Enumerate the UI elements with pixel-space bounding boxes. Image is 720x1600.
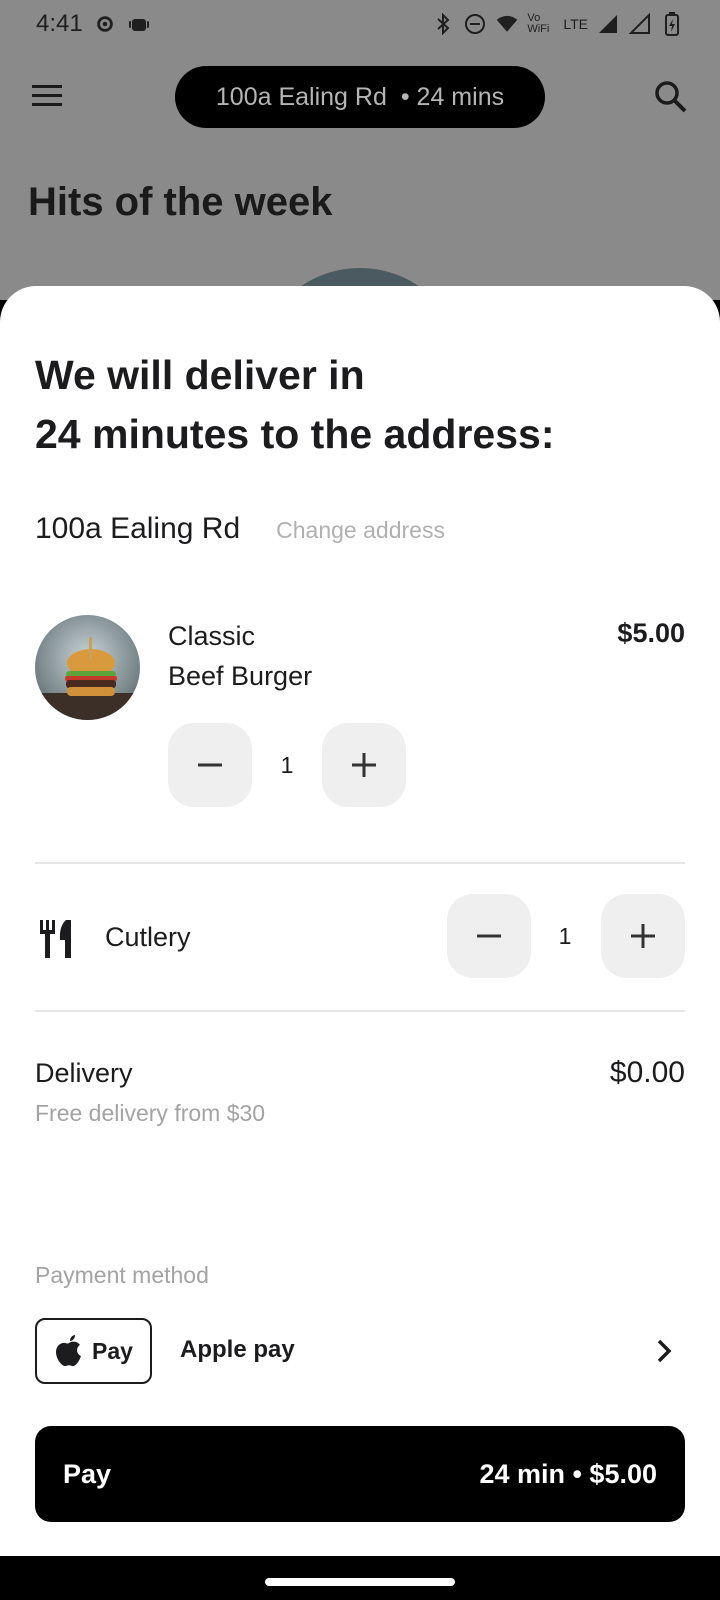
header-eta: • 24 mins [400, 82, 505, 111]
delivery-price: $0.00 [609, 1056, 685, 1089]
cutlery-increase-button[interactable] [601, 894, 685, 978]
sheet-title: We will deliver in 24 minutes to the add… [35, 346, 554, 464]
signal-icon [596, 12, 620, 36]
delivery-note: Free delivery from $30 [35, 1100, 266, 1126]
cutlery-icon [38, 920, 74, 958]
payment-method-name: Apple pay [180, 1336, 295, 1363]
sheet-title-line1: We will deliver in [35, 352, 365, 398]
cutlery-decrease-button[interactable] [447, 894, 531, 978]
item-name-line1: Classic [168, 621, 256, 651]
background-app: 4:41 Vo WiFi LTE 100a Ealing Rd • 24 min… [0, 0, 720, 300]
item-decrease-button[interactable] [168, 723, 252, 807]
vowifi-label: Vo WiFi [527, 12, 550, 35]
address-pill[interactable]: 100a Ealing Rd • 24 mins [175, 66, 545, 128]
item-name-line2: Beef Burger [168, 661, 313, 691]
pay-button-summary: 24 min • $5.00 [479, 1458, 657, 1489]
header-address: 100a Ealing Rd [215, 82, 387, 111]
burger-image [35, 615, 140, 720]
delivery-address: 100a Ealing Rd [35, 512, 241, 545]
payment-method-label: Payment method [35, 1262, 209, 1288]
change-address-link[interactable]: Change address [276, 517, 445, 544]
item-name: Classic Beef Burger [168, 616, 428, 696]
checkout-sheet: We will deliver in 24 minutes to the add… [0, 286, 720, 1556]
item-quantity: 1 [280, 752, 294, 778]
do-not-disturb-icon [463, 12, 487, 36]
sheet-title-line2: 24 minutes to the address: [35, 411, 555, 457]
divider [35, 1010, 685, 1012]
apple-pay-badge-text: Pay [92, 1337, 133, 1364]
bluetooth-icon [431, 12, 455, 36]
home-indicator[interactable] [265, 1578, 455, 1586]
minus-icon [477, 934, 501, 938]
delivery-label: Delivery [35, 1058, 133, 1088]
menu-icon[interactable] [30, 82, 66, 110]
android-icon [127, 12, 151, 36]
divider [35, 862, 685, 864]
plus-icon [631, 924, 655, 948]
search-icon[interactable] [652, 78, 690, 116]
apple-logo-icon [56, 1335, 82, 1367]
status-bar: 4:41 Vo WiFi LTE [0, 0, 720, 48]
pay-button[interactable]: Pay 24 min • $5.00 [35, 1426, 685, 1522]
top-bar: 100a Ealing Rd • 24 mins [0, 64, 720, 128]
address-row: 100a Ealing Rd Change address [35, 512, 445, 546]
plus-icon [352, 753, 376, 777]
lte-label: LTE [563, 16, 588, 32]
pay-button-label: Pay [63, 1458, 112, 1489]
item-increase-button[interactable] [322, 723, 406, 807]
status-time: 4:41 [36, 10, 83, 37]
settings-icon [93, 12, 117, 36]
cutlery-label: Cutlery [105, 922, 191, 952]
battery-icon [660, 12, 684, 36]
apple-pay-badge[interactable]: Pay [35, 1318, 152, 1384]
chevron-right-icon[interactable] [652, 1338, 676, 1364]
minus-icon [198, 763, 222, 767]
wifi-icon [495, 12, 519, 36]
section-title: Hits of the week [28, 180, 333, 224]
item-price: $5.00 [617, 618, 685, 648]
cutlery-quantity: 1 [558, 923, 572, 949]
signal-icon-2 [628, 12, 652, 36]
